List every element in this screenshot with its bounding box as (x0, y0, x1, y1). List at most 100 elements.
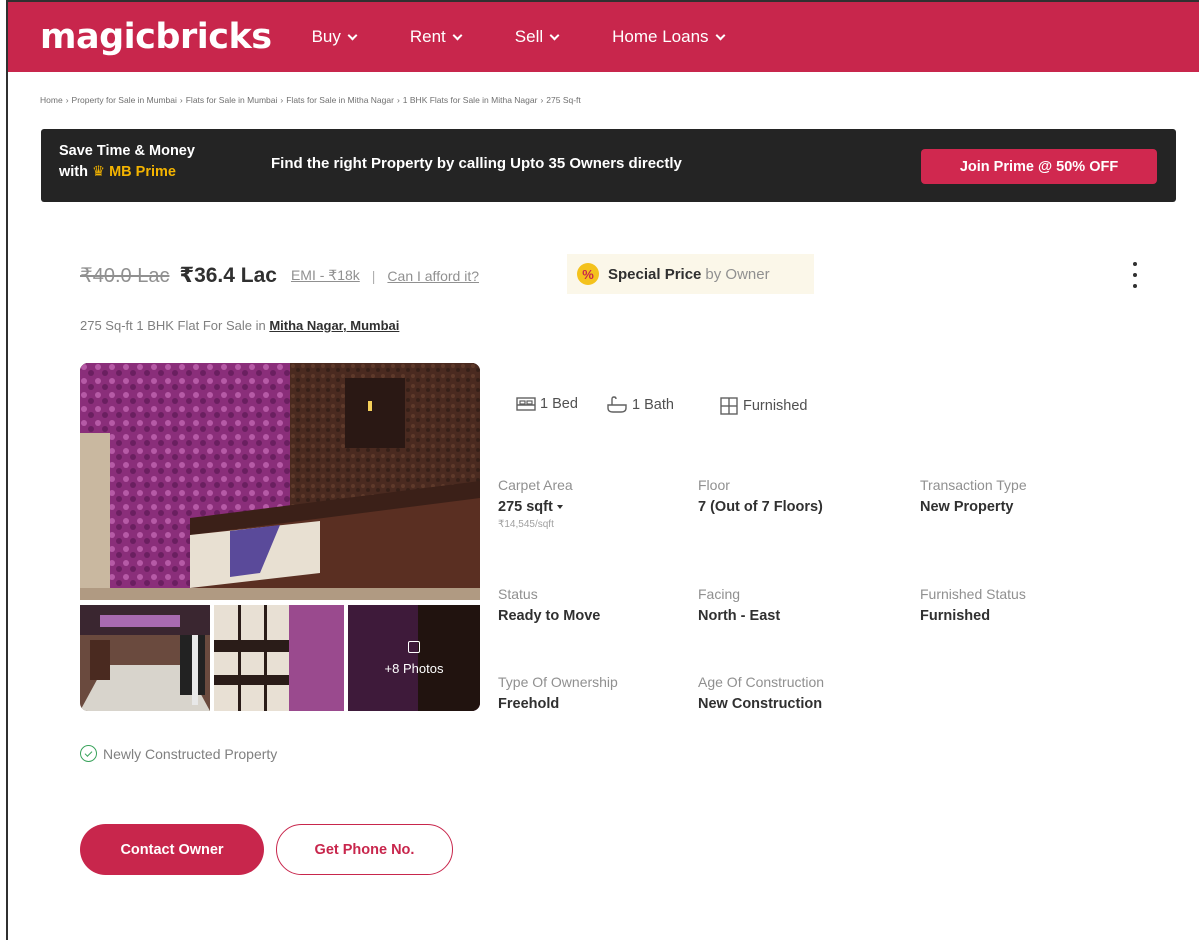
amenity-bath: 1 Bath (606, 396, 674, 414)
detail-floor: Floor 7 (Out of 7 Floors) (698, 477, 823, 515)
chevron-down-icon (347, 30, 358, 40)
check-circle-icon (80, 745, 97, 762)
bedroom-photo (80, 363, 480, 600)
breadcrumb-current: 275 Sq-ft (546, 95, 581, 105)
contact-owner-button[interactable]: Contact Owner (80, 824, 264, 875)
current-price: ₹36.4 Lac (179, 264, 277, 287)
site-header: magicbricks Buy Rent Sell Home Loans (8, 2, 1199, 72)
nav-home-loans-label: Home Loans (612, 27, 709, 46)
chevron-down-icon (452, 30, 463, 40)
breadcrumb-separator: › (540, 95, 544, 105)
gallery-thumbnail[interactable] (214, 605, 344, 711)
special-price-label: Special Price (608, 265, 702, 283)
breadcrumb-separator: › (396, 95, 400, 105)
price-per-sqft: ₹14,545/sqft (498, 519, 554, 530)
divider: | (371, 267, 376, 284)
nav-sell-label: Sell (514, 27, 544, 46)
location-link[interactable]: Mitha Nagar, Mumbai (269, 318, 399, 333)
detail-value: Ready to Move (498, 608, 601, 624)
breadcrumb-home[interactable]: Home (40, 95, 63, 105)
amenity-furnished: Furnished (719, 396, 807, 416)
price-row: ₹40.0 Lac ₹36.4 Lac EMI - ₹18k | Can I a… (80, 254, 814, 294)
detail-value: North - East (698, 608, 781, 624)
crown-icon: ♛ (92, 164, 106, 180)
amenity-bed: 1 Bed (516, 396, 578, 412)
special-price-badge: % Special Price by Owner (567, 254, 814, 294)
breadcrumb-1bhk-mitha-nagar[interactable]: 1 BHK Flats for Sale in Mitha Nagar (403, 95, 538, 105)
breadcrumb-separator: › (280, 95, 284, 105)
prime-tagline-prefix: with (59, 164, 88, 180)
listing-subtitle: 275 Sq-ft 1 BHK Flat For Sale in Mitha N… (80, 318, 399, 333)
wardrobe-photo (214, 605, 344, 711)
listing-subtitle-text: 275 Sq-ft 1 BHK Flat For Sale in (80, 318, 266, 333)
detail-label: Furnished Status (920, 586, 1026, 602)
detail-ownership: Type Of Ownership Freehold (498, 674, 618, 712)
more-photos-overlay: +8 Photos (348, 605, 480, 711)
detail-value: New Property (920, 499, 1014, 515)
more-photos-label: +8 Photos (384, 660, 444, 676)
furnished-icon (720, 397, 738, 415)
bath-count: 1 Bath (632, 397, 674, 413)
join-prime-button[interactable]: Join Prime @ 50% OFF (921, 149, 1157, 184)
nav-rent[interactable]: Rent (409, 27, 463, 47)
more-photos-thumbnail[interactable]: +8 Photos (348, 605, 480, 711)
caret-down-icon (556, 505, 563, 510)
prime-message: Find the right Property by calling Upto … (271, 155, 682, 172)
breadcrumb: Home › Property for Sale in Mumbai › Fla… (40, 95, 581, 105)
carpet-area-value[interactable]: 275 sqft (498, 499, 573, 515)
nav-sell[interactable]: Sell (514, 27, 560, 47)
newly-constructed-tag: Newly Constructed Property (80, 745, 277, 762)
get-phone-button[interactable]: Get Phone No. (276, 824, 453, 875)
hall-photo (80, 605, 210, 711)
detail-carpet-area: Carpet Area 275 sqft ₹14,545/sqft (498, 477, 573, 530)
detail-label: Facing (698, 586, 741, 602)
chevron-down-icon (549, 30, 560, 40)
prime-tagline-line2: with ♛ MB Prime (59, 162, 195, 183)
nav-home-loans[interactable]: Home Loans (612, 27, 725, 47)
bed-count: 1 Bed (540, 396, 578, 412)
prime-tagline-line1: Save Time & Money (59, 143, 195, 159)
prime-banner: Save Time & Money with ♛ MB Prime Find t… (41, 129, 1176, 202)
breadcrumb-flats-mumbai[interactable]: Flats for Sale in Mumbai (186, 95, 278, 105)
nav-buy-label: Buy (311, 27, 341, 46)
detail-facing: Facing North - East (698, 586, 780, 624)
mb-prime-label: MB Prime (109, 164, 176, 180)
main-photo[interactable] (80, 363, 480, 600)
furnished-label: Furnished (743, 398, 808, 414)
detail-value: New Construction (698, 696, 823, 712)
detail-value: Furnished (920, 608, 991, 624)
site-logo[interactable]: magicbricks (40, 17, 272, 57)
detail-furnished-status: Furnished Status Furnished (920, 586, 1026, 624)
chevron-down-icon (715, 30, 725, 40)
bed-icon (516, 397, 536, 411)
special-price-by: by Owner (705, 265, 770, 283)
detail-status: Status Ready to Move (498, 586, 600, 624)
nav-rent-label: Rent (409, 27, 446, 46)
nav-buy[interactable]: Buy (311, 27, 358, 47)
detail-age-of-construction: Age Of Construction New Construction (698, 674, 824, 712)
detail-label: Type Of Ownership (498, 674, 618, 690)
emi-link[interactable]: EMI - ₹18k (291, 267, 360, 284)
gallery-thumbnail[interactable] (80, 605, 210, 711)
main-nav: Buy Rent Sell Home Loans (312, 27, 778, 47)
breadcrumb-separator: › (179, 95, 183, 105)
kebab-menu-icon[interactable] (1130, 262, 1140, 288)
detail-label: Transaction Type (920, 477, 1027, 493)
prime-tagline: Save Time & Money with ♛ MB Prime (59, 141, 195, 183)
detail-value: 7 (Out of 7 Floors) (698, 499, 823, 515)
detail-label: Status (498, 586, 538, 602)
bath-icon (607, 396, 627, 413)
afford-link[interactable]: Can I afford it? (387, 268, 479, 284)
carpet-area-text: 275 sqft (498, 499, 553, 515)
detail-transaction-type: Transaction Type New Property (920, 477, 1027, 515)
image-icon (408, 640, 420, 653)
breadcrumb-separator: › (65, 95, 69, 105)
detail-label: Carpet Area (498, 477, 573, 493)
original-price: ₹40.0 Lac (80, 265, 170, 287)
detail-label: Floor (698, 477, 730, 493)
percent-icon: % (577, 263, 599, 285)
breadcrumb-flats-mitha-nagar[interactable]: Flats for Sale in Mitha Nagar (286, 95, 394, 105)
newly-constructed-label: Newly Constructed Property (103, 745, 278, 762)
breadcrumb-property-sale-mumbai[interactable]: Property for Sale in Mumbai (72, 95, 177, 105)
detail-label: Age Of Construction (698, 674, 825, 690)
